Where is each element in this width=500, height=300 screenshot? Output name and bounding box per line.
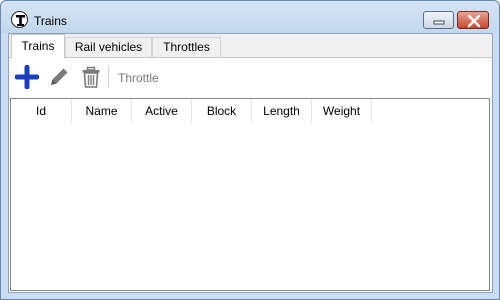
tab-strip: Trains Rail vehicles Throttles	[9, 34, 492, 58]
column-header-label: Active	[145, 104, 178, 118]
column-header-label: Id	[35, 104, 46, 118]
column-header-active[interactable]: Active	[132, 99, 192, 123]
window-title: Trains	[34, 14, 67, 28]
close-button[interactable]	[457, 11, 489, 29]
column-header-label: Block	[206, 104, 237, 118]
close-icon	[467, 14, 481, 28]
tab-rail-vehicles[interactable]: Rail vehicles	[65, 37, 152, 57]
column-header-length[interactable]: Length	[252, 99, 312, 123]
trains-table[interactable]: Id Name Active Block Length Weight	[10, 98, 490, 291]
trains-window: Trains Trains Rail vehicles Throttles Th…	[0, 0, 500, 300]
tab-label: Throttles	[163, 40, 210, 54]
tab-label: Rail vehicles	[74, 40, 143, 54]
column-header-weight[interactable]: Weight	[312, 99, 372, 123]
tab-label: Trains	[21, 39, 55, 53]
toolbar-separator	[108, 66, 109, 88]
delete-train-button[interactable]	[79, 65, 103, 89]
app-icon	[11, 11, 28, 28]
window-client: Trains Rail vehicles Throttles Throttle …	[8, 33, 493, 293]
pencil-icon	[51, 68, 68, 85]
title-bar[interactable]: Trains	[1, 1, 499, 33]
column-header-name[interactable]: Name	[72, 99, 132, 123]
tab-trains[interactable]: Trains	[11, 34, 65, 58]
column-header-label: Name	[85, 104, 118, 118]
edit-train-button[interactable]	[47, 65, 71, 89]
table-header: Id Name Active Block Length Weight	[11, 99, 489, 123]
column-header-label: Weight	[322, 104, 361, 118]
column-header-block[interactable]: Block	[192, 99, 252, 123]
trains-tab-panel: Throttle Id Name Active Block Length Wei…	[9, 57, 492, 292]
add-train-button[interactable]	[14, 64, 40, 90]
toolbar: Throttle	[9, 58, 492, 94]
trash-icon	[82, 66, 100, 88]
throttle-button[interactable]: Throttle	[118, 71, 159, 85]
minimize-icon	[433, 20, 445, 25]
column-header-label: Length	[263, 104, 300, 118]
plus-icon	[14, 64, 40, 90]
tab-throttles[interactable]: Throttles	[152, 37, 221, 57]
minimize-button[interactable]	[423, 11, 454, 29]
column-header-id[interactable]: Id	[11, 99, 72, 123]
